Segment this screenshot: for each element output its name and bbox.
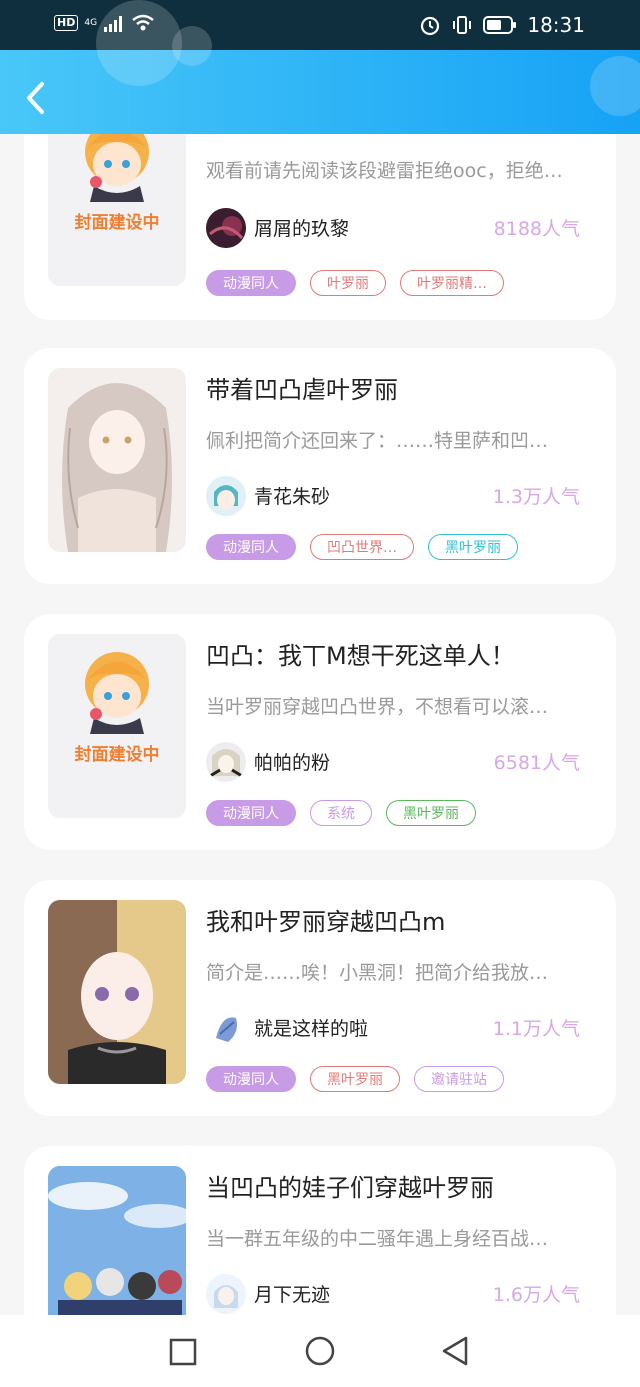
novel-card[interactable]: 封面建设中 观看前请先阅读该段避雷拒绝ooc，拒绝… 屑屑的玖黎 8188人气 …	[24, 134, 616, 320]
author-name: 月下无迹	[254, 1284, 331, 1306]
tag[interactable]: 邀请驻站	[414, 1066, 504, 1092]
novel-description: 当一群五年级的中二骚年遇上身经百战…	[206, 1228, 549, 1250]
tag[interactable]: 动漫同人	[206, 534, 296, 560]
decor-bubble	[172, 26, 212, 66]
status-right: 18:31	[419, 12, 585, 38]
decor-bubble	[590, 56, 640, 116]
popularity-count: 8188人气	[493, 218, 580, 240]
novel-card[interactable]: 封面建设中 凹凸：我丅M想干死这单人！ 当叶罗丽穿越凹凸世界，不想看可以滚… 帕…	[24, 614, 616, 850]
decor-bubble	[96, 0, 182, 86]
popularity-count: 1.1万人气	[492, 1018, 580, 1040]
tag[interactable]: 动漫同人	[206, 270, 296, 296]
author-name: 帕帕的粉	[254, 752, 331, 774]
battery-icon	[483, 16, 517, 34]
cover-placeholder-text: 封面建设中	[74, 213, 160, 233]
tag[interactable]: 叶罗丽精…	[400, 270, 504, 296]
home-button[interactable]	[304, 1335, 336, 1367]
popularity-count: 1.6万人气	[492, 1284, 580, 1306]
tag[interactable]: 凹凸世界…	[310, 534, 414, 560]
back-nav-button[interactable]	[440, 1335, 470, 1367]
novel-title: 当凹凸的娃子们穿越叶罗丽	[206, 1174, 494, 1202]
tag-list: 动漫同人 黑叶罗丽 邀请驻站	[206, 1066, 504, 1092]
author-avatar	[206, 1274, 246, 1314]
author-avatar	[206, 208, 246, 248]
novel-title: 凹凸：我丅M想干死这单人！	[206, 642, 515, 670]
tag[interactable]: 叶罗丽	[310, 270, 386, 296]
novel-card[interactable]: 我和叶罗丽穿越凹凸m 简介是……唉！小黑洞！把简介给我放… 就是这样的啦 1.1…	[24, 880, 616, 1116]
author-avatar	[206, 742, 246, 782]
cover-placeholder-text: 封面建设中	[74, 745, 160, 765]
tag-list: 动漫同人 凹凸世界… 黑叶罗丽	[206, 534, 518, 560]
hd-badge: HD	[54, 15, 79, 31]
clock: 18:31	[527, 13, 585, 37]
vibrate-icon	[453, 16, 472, 34]
popularity-count: 6581人气	[493, 752, 580, 774]
tag[interactable]: 黑叶罗丽	[386, 800, 476, 826]
novel-description: 观看前请先阅读该段避雷拒绝ooc，拒绝…	[206, 160, 563, 182]
novel-description: 佩利把简介还回来了：……特里萨和凹…	[206, 430, 549, 452]
back-button[interactable]	[22, 80, 48, 116]
novel-card[interactable]: 带着凹凸虐叶罗丽 佩利把简介还回来了：……特里萨和凹… 青花朱砂 1.3万人气 …	[24, 348, 616, 584]
author-name: 青花朱砂	[254, 486, 331, 508]
alarm-icon	[421, 16, 440, 36]
tag[interactable]: 系统	[310, 800, 372, 826]
author-avatar	[206, 476, 246, 516]
tag[interactable]: 黑叶罗丽	[310, 1066, 400, 1092]
cover-image	[48, 368, 186, 552]
novel-title: 我和叶罗丽穿越凹凸m	[206, 908, 446, 936]
tag[interactable]: 动漫同人	[206, 1066, 296, 1092]
cover-placeholder: 封面建设中	[48, 134, 186, 286]
novel-card[interactable]: 当凹凸的娃子们穿越叶罗丽 当一群五年级的中二骚年遇上身经百战… 月下无迹 1.6…	[24, 1146, 616, 1315]
author-name: 屑屑的玖黎	[254, 218, 350, 240]
system-nav-bar	[0, 1315, 640, 1387]
cover-image	[48, 900, 186, 1084]
tag-list: 动漫同人 系统 黑叶罗丽	[206, 800, 476, 826]
mascot-image	[85, 652, 149, 734]
tag[interactable]: 黑叶罗丽	[428, 534, 518, 560]
recent-apps-button[interactable]	[168, 1337, 198, 1367]
header-bar	[0, 0, 640, 134]
network-label: 4G	[84, 17, 98, 28]
author-name: 就是这样的啦	[254, 1018, 369, 1040]
tag-list: 动漫同人 叶罗丽 叶罗丽精…	[206, 270, 504, 296]
popularity-count: 1.3万人气	[492, 486, 580, 508]
novel-list: 封面建设中 观看前请先阅读该段避雷拒绝ooc，拒绝… 屑屑的玖黎 8188人气 …	[0, 134, 640, 1315]
author-avatar	[206, 1008, 246, 1048]
cover-placeholder: 封面建设中	[48, 634, 186, 818]
novel-description: 简介是……唉！小黑洞！把简介给我放…	[206, 962, 549, 984]
tag[interactable]: 动漫同人	[206, 800, 296, 826]
novel-description: 当叶罗丽穿越凹凸世界，不想看可以滚…	[206, 696, 549, 718]
novel-title: 带着凹凸虐叶罗丽	[206, 376, 398, 404]
cover-image	[48, 1166, 186, 1315]
